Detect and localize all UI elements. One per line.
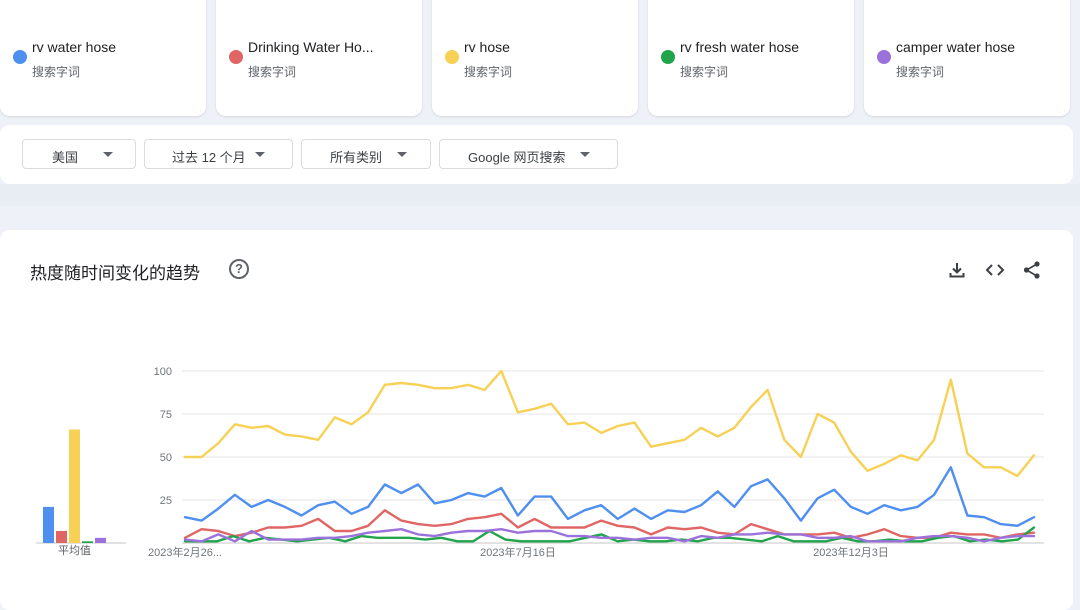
chevron-down-icon [397,152,407,157]
chevron-down-icon [580,152,590,157]
x-tick-label: 2023年12月3日 [813,545,889,559]
y-tick-label: 75 [160,409,172,421]
category-label: 所有类别 [330,150,383,165]
interest-over-time-card: 热度随时间变化的趋势 ? 平均值 25 50 75 100 2023年2月26... 20… [0,230,1073,610]
average-bar [69,429,80,543]
region-label: 美国 [52,150,79,165]
y-tick-label: 25 [160,495,172,507]
region-dropdown[interactable]: 美国 [22,139,136,169]
average-bar [56,530,67,543]
x-tick-label: 2023年7月16日 [480,545,556,559]
filter-bar: 美国 过去 12 个月 所有类别 Google 网页搜索 [0,125,1073,184]
y-tick-label: 50 [160,452,172,464]
term-type: 搜索字词 [896,65,945,79]
term-name: Drinking Water Ho... [248,39,374,55]
term-name: rv water hose [32,39,117,55]
series-line [183,369,1036,478]
average-bar [95,537,106,543]
term-type: 搜索字词 [464,65,513,79]
x-tick-label: 2023年2月26... [148,545,222,559]
search-type-dropdown[interactable]: Google 网页搜索 [439,139,618,169]
term-card[interactable]: rv water hose 搜索字词 [0,0,206,116]
series-color-dot [229,50,243,64]
series-line [183,528,1036,543]
series-color-dot [661,50,675,64]
chevron-down-icon [103,152,113,157]
search-type-label: Google 网页搜索 [468,150,566,165]
term-card[interactable]: rv fresh water hose 搜索字词 [648,0,854,116]
term-name: rv fresh water hose [680,39,800,55]
category-dropdown[interactable]: 所有类别 [301,139,431,169]
series-color-dot [445,50,459,64]
average-bar [43,506,54,543]
term-type: 搜索字词 [248,65,297,79]
trend-chart: 25 50 75 100 2023年2月26... 2023年7月16日 2023年12月3… [36,366,1044,559]
term-name: rv hose [464,39,510,55]
average-bar [82,541,93,543]
chevron-down-icon [255,152,265,157]
term-name: camper water hose [896,39,1016,55]
time-range-dropdown[interactable]: 过去 12 个月 [144,139,293,169]
section-gap [0,184,1080,206]
time-range-label: 过去 12 个月 [172,150,246,165]
y-tick-label: 100 [154,366,172,378]
term-card[interactable]: camper water hose 搜索字词 [864,0,1070,116]
series-color-dot [13,50,27,64]
series-line [183,509,1036,539]
term-card[interactable]: Drinking Water Ho... 搜索字词 [216,0,422,116]
series-color-dot [877,50,891,64]
term-card[interactable]: rv hose 搜索字词 [432,0,638,116]
term-type: 搜索字词 [32,65,81,79]
series-line [183,466,1036,527]
term-type: 搜索字词 [680,65,729,79]
